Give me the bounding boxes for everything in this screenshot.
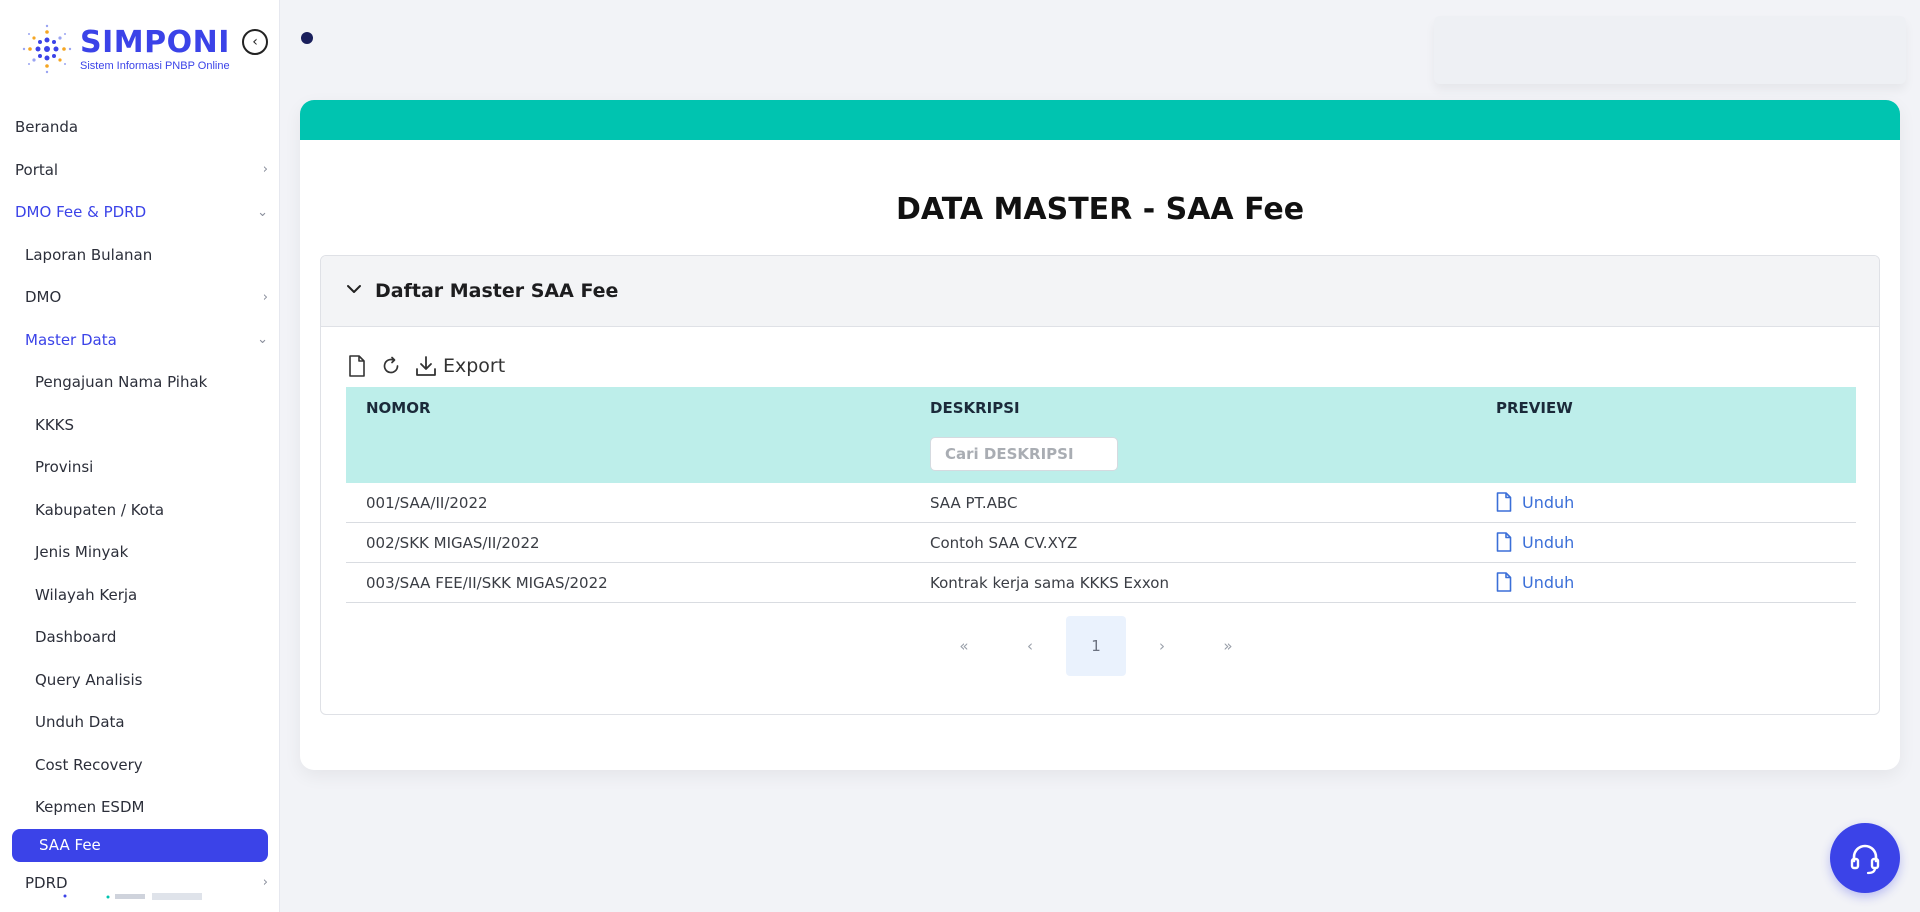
sidebar-item-label: Cost Recovery	[35, 755, 143, 774]
chevron-down-icon: ⌄	[257, 332, 268, 348]
last-page-button[interactable]: »	[1195, 616, 1261, 676]
logo-subtitle: Sistem Informasi PNBP Online	[80, 59, 230, 72]
table-body: 001/SAA/II/2022 SAA PT.ABC Unduh 002/SKK MI…	[346, 483, 1856, 603]
sidebar-item-dashboard[interactable]: Dashboard	[0, 616, 279, 659]
file-icon	[1496, 532, 1512, 552]
sidebar-item-label: Dashboard	[35, 628, 117, 647]
sidebar-item-label: Kabupaten / Kota	[35, 500, 165, 519]
file-icon[interactable]	[347, 355, 367, 377]
sidebar-item-cost-recovery[interactable]: Cost Recovery	[0, 744, 279, 787]
page-number-button[interactable]: 1	[1066, 616, 1126, 676]
table-toolbar: Export	[347, 352, 505, 380]
status-dot	[301, 32, 313, 44]
saa-fee-table: NOMOR DESKRIPSI PREVIEW 001/SAA/II/2022 S…	[346, 387, 1856, 603]
user-menu[interactable]	[1434, 16, 1906, 84]
unduh-label: Unduh	[1522, 532, 1575, 552]
sidebar-item-label: DMO Fee & PDRD	[15, 203, 147, 222]
panel-title: Daftar Master SAA Fee	[375, 280, 619, 302]
sidebar-item-jenis-minyak[interactable]: Jenis Minyak	[0, 531, 279, 574]
card-header-band	[300, 100, 1900, 140]
page-title: DATA MASTER - SAA Fee	[895, 192, 1305, 227]
decorative-art	[63, 893, 202, 900]
chevron-down-icon	[345, 280, 363, 303]
unduh-link[interactable]: Unduh	[1496, 572, 1574, 592]
sidebar-item-kabupaten-kota[interactable]: Kabupaten / Kota	[0, 489, 279, 532]
sidebar-item-label: Laporan Bulanan	[25, 245, 153, 264]
saa-fee-panel: Daftar Master SAA Fee Export NOMOR DESKR…	[320, 255, 1880, 715]
cell-deskripsi: Contoh SAA CV.XYZ	[930, 534, 1078, 552]
sidebar-item-beranda[interactable]: Beranda	[0, 106, 279, 149]
table-row: 001/SAA/II/2022 SAA PT.ABC Unduh	[346, 483, 1856, 523]
chevron-right-icon: ›	[262, 289, 268, 305]
sidebar-item-dmo[interactable]: DMO ›	[0, 276, 279, 319]
sidebar-item-label: Query Analisis	[35, 670, 143, 689]
sidebar-item-label: Unduh Data	[35, 713, 125, 732]
unduh-label: Unduh	[1522, 572, 1575, 592]
sidebar-item-saa-fee[interactable]: SAA Fee	[12, 828, 268, 862]
sidebar-item-label: KKKS	[35, 415, 75, 434]
sidebar-item-label: Beranda	[15, 118, 79, 137]
column-header-preview[interactable]: PREVIEW	[1496, 399, 1573, 417]
file-icon	[1496, 492, 1512, 512]
app-logo[interactable]: SIMPONI Sistem Informasi PNBP Online	[18, 18, 268, 80]
sidebar-item-label: Provinsi	[35, 458, 94, 477]
sidebar-item-label: Jenis Minyak	[35, 543, 129, 562]
sidebar-item-portal[interactable]: Portal ›	[0, 149, 279, 192]
panel-header[interactable]: Daftar Master SAA Fee	[321, 256, 1879, 327]
main-card: DATA MASTER - SAA Fee Daftar Master SAA …	[300, 100, 1900, 770]
collapse-sidebar-button[interactable]: ‹	[242, 29, 268, 55]
sidebar-item-dmo-fee-pdrd[interactable]: DMO Fee & PDRD ⌄	[0, 191, 279, 234]
sidebar-item-label: Kepmen ESDM	[35, 798, 145, 817]
sidebar-item-laporan-bulanan[interactable]: Laporan Bulanan	[0, 234, 279, 277]
cell-deskripsi: SAA PT.ABC	[930, 494, 1018, 512]
column-header-nomor[interactable]: NOMOR	[366, 399, 431, 417]
logo-mark-icon	[22, 24, 72, 74]
sidebar-item-query-analisis[interactable]: Query Analisis	[0, 659, 279, 702]
headset-icon	[1850, 844, 1880, 875]
sidebar-item-provinsi[interactable]: Provinsi	[0, 446, 279, 489]
sidebar-item-kepmen-esdm[interactable]: Kepmen ESDM	[0, 786, 279, 829]
prev-page-button[interactable]: ‹	[997, 616, 1063, 676]
refresh-icon[interactable]	[381, 355, 401, 377]
pagination: « ‹ 1 › »	[931, 616, 1261, 676]
cell-nomor: 003/SAA FEE/II/SKK MIGAS/2022	[366, 574, 608, 592]
sidebar: SIMPONI Sistem Informasi PNBP Online ‹ B…	[0, 0, 280, 912]
cell-nomor: 001/SAA/II/2022	[366, 494, 488, 512]
cell-nomor: 002/SKK MIGAS/II/2022	[366, 534, 540, 552]
chevron-right-icon: ›	[262, 875, 268, 891]
export-label: Export	[443, 355, 506, 377]
sidebar-item-label: Wilayah Kerja	[35, 585, 138, 604]
download-icon	[416, 356, 436, 376]
cell-deskripsi: Kontrak kerja sama KKKS Exxon	[930, 574, 1169, 592]
table-header: NOMOR DESKRIPSI PREVIEW	[346, 387, 1856, 483]
sidebar-item-kkks[interactable]: KKKS	[0, 404, 279, 447]
sidebar-item-pengajuan-nama-pihak[interactable]: Pengajuan Nama Pihak	[0, 361, 279, 404]
unduh-link[interactable]: Unduh	[1496, 492, 1574, 512]
export-button[interactable]: Export	[415, 355, 505, 377]
sidebar-nav: Beranda Portal › DMO Fee & PDRD ⌄ Laporan Bul…	[0, 106, 279, 904]
next-page-button[interactable]: ›	[1129, 616, 1195, 676]
sidebar-item-unduh-data[interactable]: Unduh Data	[0, 701, 279, 744]
sidebar-item-wilayah-kerja[interactable]: Wilayah Kerja	[0, 574, 279, 617]
logo-title: SIMPONI	[80, 24, 230, 60]
sidebar-item-label: Portal	[15, 160, 59, 179]
search-deskripsi-input[interactable]	[930, 437, 1118, 471]
chevron-down-icon: ⌄	[257, 204, 268, 220]
table-row: 002/SKK MIGAS/II/2022 Contoh SAA CV.XYZ Un…	[346, 523, 1856, 563]
chevron-left-icon: ‹	[252, 34, 258, 50]
unduh-label: Unduh	[1522, 492, 1575, 512]
table-row: 003/SAA FEE/II/SKK MIGAS/2022 Kontrak ker…	[346, 563, 1856, 603]
sidebar-item-label: DMO	[25, 288, 62, 307]
sidebar-item-label: SAA Fee	[39, 836, 101, 854]
file-icon	[1496, 572, 1512, 592]
column-header-deskripsi[interactable]: DESKRIPSI	[930, 399, 1020, 417]
chevron-right-icon: ›	[262, 162, 268, 178]
sidebar-item-label: Master Data	[25, 330, 117, 349]
sidebar-item-master-data[interactable]: Master Data ⌄	[0, 319, 279, 362]
sidebar-item-label: Pengajuan Nama Pihak	[35, 373, 208, 392]
unduh-link[interactable]: Unduh	[1496, 532, 1574, 552]
help-button[interactable]	[1830, 823, 1900, 893]
first-page-button[interactable]: «	[931, 616, 997, 676]
